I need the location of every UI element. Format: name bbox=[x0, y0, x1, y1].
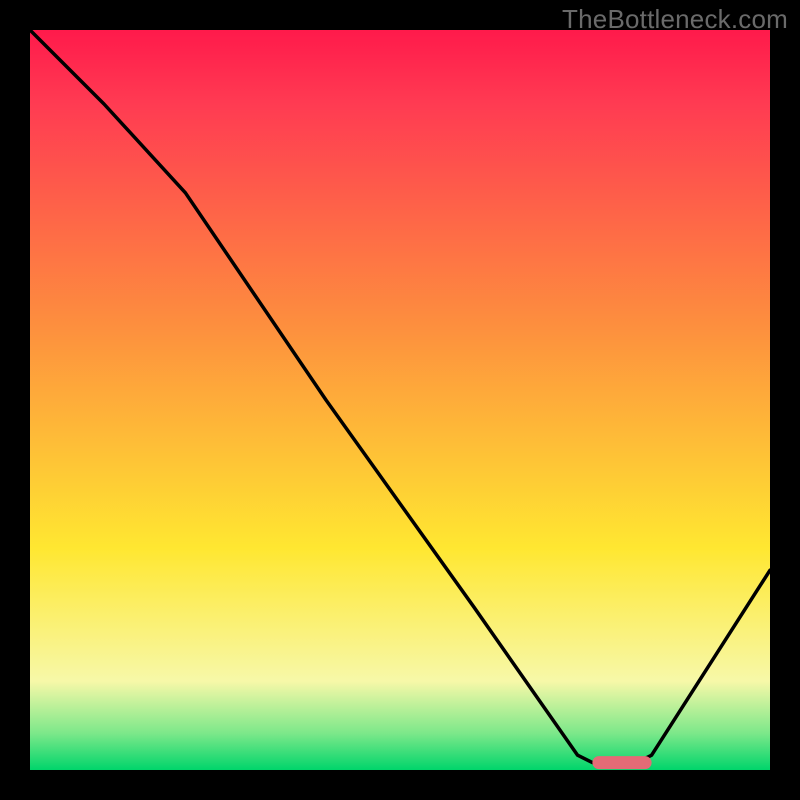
gradient-background bbox=[30, 30, 770, 770]
plot-area bbox=[30, 30, 770, 770]
chart-frame: TheBottleneck.com bbox=[0, 0, 800, 800]
optimal-range-marker bbox=[592, 756, 651, 769]
plot-svg bbox=[30, 30, 770, 770]
